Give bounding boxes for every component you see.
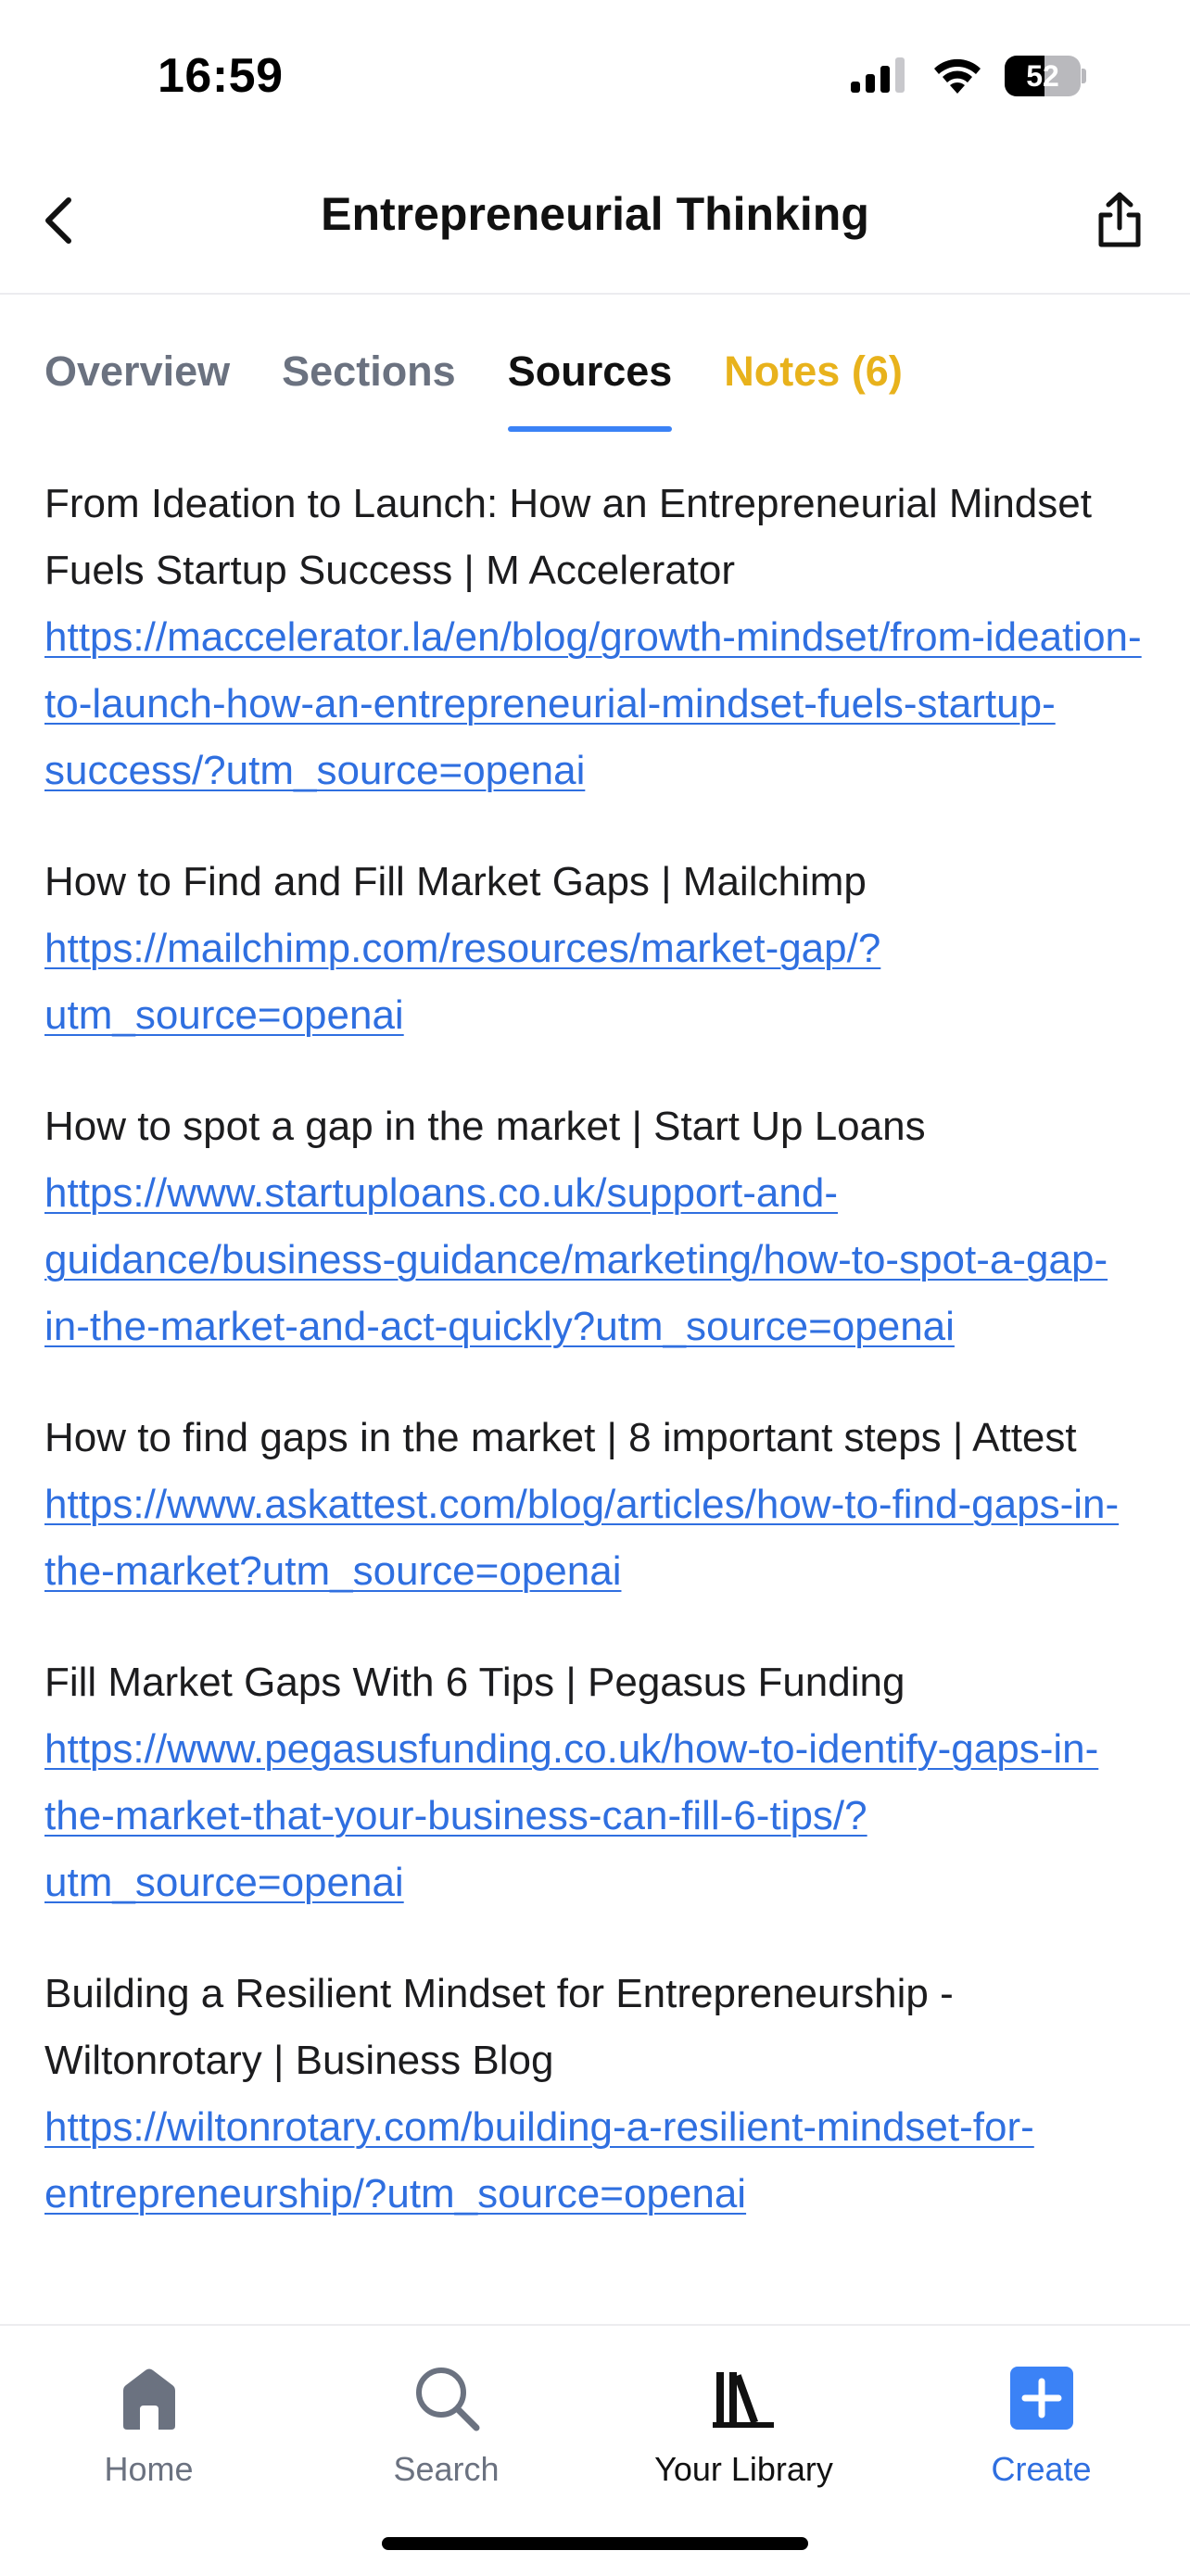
list-item: How to Find and Fill Market Gaps | Mailc… [44, 849, 1147, 1049]
sources-list: From Ideation to Launch: How an Entrepre… [44, 471, 1147, 2324]
tab-bar-home[interactable]: Home [0, 2363, 298, 2511]
battery-percentage: 52 [1026, 59, 1059, 93]
source-title: How to spot a gap in the market | Start … [44, 1104, 926, 1149]
wifi-icon [934, 58, 981, 94]
source-title: Fill Market Gaps With 6 Tips | Pegasus F… [44, 1660, 905, 1705]
back-button[interactable] [22, 183, 96, 258]
source-link[interactable]: https://wiltonrotary.com/building-a-resi… [44, 2094, 1147, 2228]
navigation-header: Entrepreneurial Thinking [0, 158, 1190, 295]
tab-bar-label: Create [991, 2450, 1092, 2488]
source-link[interactable]: https://www.pegasusfunding.co.uk/how-to-… [44, 1716, 1147, 1916]
tab-sources[interactable]: Sources [507, 339, 672, 432]
chevron-left-icon [45, 197, 71, 244]
cellular-signal-icon [851, 57, 905, 93]
source-link[interactable]: https://www.askattest.com/blog/articles/… [44, 1471, 1147, 1605]
plus-square-icon [1009, 2367, 1073, 2430]
tab-bar-create[interactable]: Create [892, 2363, 1190, 2511]
library-icon [712, 2372, 774, 2428]
page-title: Entrepreneurial Thinking [321, 188, 869, 240]
list-item: Fill Market Gaps With 6 Tips | Pegasus F… [44, 1649, 1147, 1916]
battery-icon: 52 [1005, 56, 1086, 96]
tab-bar-label: Your Library [654, 2450, 833, 2488]
list-item: How to spot a gap in the market | Start … [44, 1093, 1147, 1360]
tab-bar-search[interactable]: Search [298, 2363, 595, 2511]
list-item: Building a Resilient Mindset for Entrepr… [44, 1961, 1147, 2228]
tab-notes[interactable]: Notes (6) [724, 339, 903, 432]
tab-bar-library[interactable]: Your Library [595, 2363, 892, 2511]
home-icon [122, 2368, 175, 2430]
source-link[interactable]: https://mailchimp.com/resources/market-g… [44, 915, 1147, 1049]
home-indicator [382, 2537, 808, 2550]
share-button[interactable] [1082, 183, 1157, 258]
source-title: How to find gaps in the market | 8 impor… [44, 1415, 1077, 1460]
source-link[interactable]: https://maccelerator.la/en/blog/growth-m… [44, 604, 1147, 804]
search-icon [415, 2368, 479, 2431]
source-link[interactable]: https://www.startuploans.co.uk/support-a… [44, 1160, 1147, 1360]
tab-bar-label: Home [104, 2450, 194, 2488]
source-title: How to Find and Fill Market Gaps | Mailc… [44, 859, 867, 904]
share-icon [1098, 192, 1141, 247]
content-tabs: Overview Sections Sources Notes (6) [44, 339, 903, 432]
status-bar: 16:59 52 [0, 0, 1190, 158]
tab-overview[interactable]: Overview [44, 339, 230, 432]
list-item: From Ideation to Launch: How an Entrepre… [44, 471, 1147, 804]
list-item: How to find gaps in the market | 8 impor… [44, 1405, 1147, 1605]
tab-bar-label: Search [393, 2450, 500, 2488]
source-title: From Ideation to Launch: How an Entrepre… [44, 481, 1092, 593]
status-icons: 52 [851, 56, 1086, 96]
status-time: 16:59 [158, 49, 284, 103]
tab-sections[interactable]: Sections [282, 339, 456, 432]
source-title: Building a Resilient Mindset for Entrepr… [44, 1971, 954, 2083]
